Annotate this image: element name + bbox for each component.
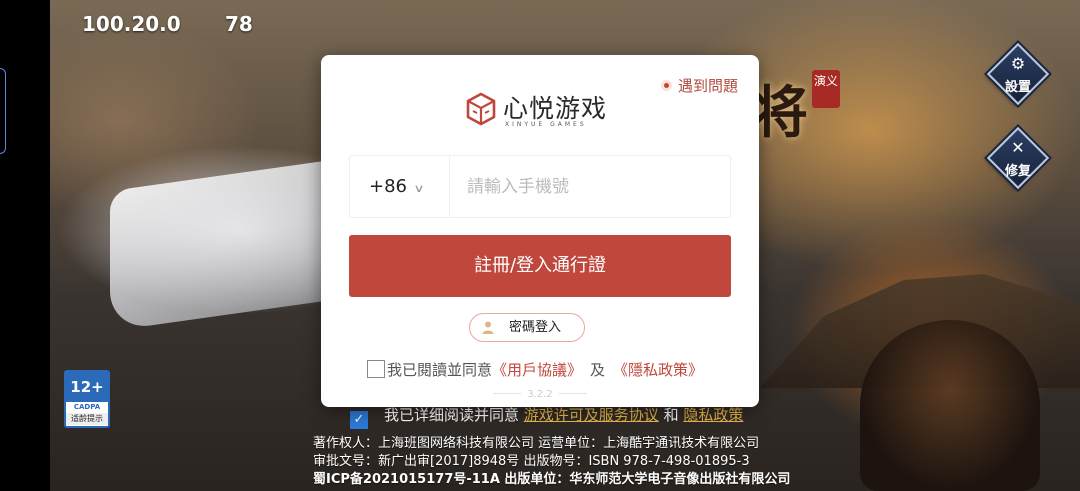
- footer-approval: 审批文号：新广出审[2017]8948号 出版物号：ISBN 978-7-498…: [313, 454, 750, 469]
- password-login-label: 密碼登入: [509, 320, 562, 335]
- settings-label: 設置: [1004, 80, 1031, 95]
- phone-input[interactable]: [450, 156, 730, 217]
- hud-number: 78: [225, 12, 253, 36]
- agree-and: 及: [590, 361, 606, 379]
- user-agreement-link[interactable]: 《用戶協議》: [492, 361, 582, 379]
- privacy-policy-link[interactable]: 《隱私政策》: [613, 361, 703, 379]
- age-rating: 12+: [66, 372, 108, 402]
- age-rating-caption: 适龄提示: [66, 413, 108, 425]
- sdk-version: 3.2.2: [321, 389, 759, 400]
- brand-subtitle: XINYUE GAMES: [505, 121, 587, 128]
- brand-name: 心悦游戏: [503, 94, 608, 123]
- phone-field-row: +86 ∨: [349, 155, 731, 218]
- footer-icp: 蜀ICP备2021015177号-11A 出版单位：华东师范大学电子音像出版社有…: [313, 472, 791, 487]
- wrench-icon: ✕: [1011, 138, 1025, 157]
- repair-label: 修复: [1004, 164, 1031, 179]
- brand-cube-icon: [466, 92, 496, 126]
- agree-checkbox[interactable]: [367, 360, 385, 378]
- screen-edge: [0, 0, 50, 491]
- agree-prefix: 我已閱讀並同意: [387, 361, 493, 379]
- brand-logo: 心悦游戏 XINYUE GAMES: [463, 89, 623, 131]
- background-agree-checkbox[interactable]: ✓: [350, 411, 368, 429]
- background-agree-prefix: 我已详细阅读并同意: [384, 406, 520, 424]
- help-label: 遇到問題: [677, 77, 738, 95]
- country-code-select[interactable]: +86 ∨: [350, 156, 450, 217]
- license-agreement-link[interactable]: 游戏许可及服务协议: [524, 406, 659, 424]
- background-privacy-link[interactable]: 隐私政策: [683, 406, 743, 424]
- background-agreement: ✓ 我已详细阅读并同意 游戏许可及服务协议 和 隐私政策: [350, 404, 743, 429]
- register-login-button[interactable]: 註冊/登入通行證: [349, 235, 731, 297]
- repair-button[interactable]: ✕ 修复: [986, 126, 1050, 192]
- client-version: 100.20.0: [82, 12, 181, 36]
- settings-button-frame: [986, 42, 1050, 106]
- chevron-down-icon: ∨: [413, 182, 425, 195]
- game-title-seal: 演义: [812, 70, 840, 108]
- warrior-art: [860, 320, 1040, 491]
- background-agree-and: 和: [663, 406, 679, 424]
- login-dialog: 遇到問題 心悦游戏 XINYUE GAMES +86 ∨ 註冊/登入通行證 密碼登…: [321, 55, 759, 407]
- edge-panel-handle[interactable]: [0, 68, 6, 154]
- gear-icon: ⚙: [1010, 54, 1026, 73]
- password-login-button[interactable]: 密碼登入: [469, 313, 585, 342]
- help-link[interactable]: 遇到問題: [660, 75, 738, 96]
- age-rating-org: CADPA: [73, 403, 101, 411]
- age-rating-badge[interactable]: 12+ CADPA 适龄提示: [64, 370, 110, 428]
- footer-copyright: 著作权人：上海班图网络科技有限公司 运营单位：上海酷宇通讯技术有限公司: [313, 436, 760, 451]
- repair-button-frame: [986, 126, 1050, 190]
- settings-button[interactable]: ⚙ 設置: [986, 42, 1050, 108]
- user-icon: [482, 321, 494, 334]
- country-code-value: +86: [369, 176, 407, 197]
- help-dot-icon: [660, 80, 672, 91]
- agreement-row: 我已閱讀並同意《用戶協議》及《隱私政策》: [367, 359, 703, 381]
